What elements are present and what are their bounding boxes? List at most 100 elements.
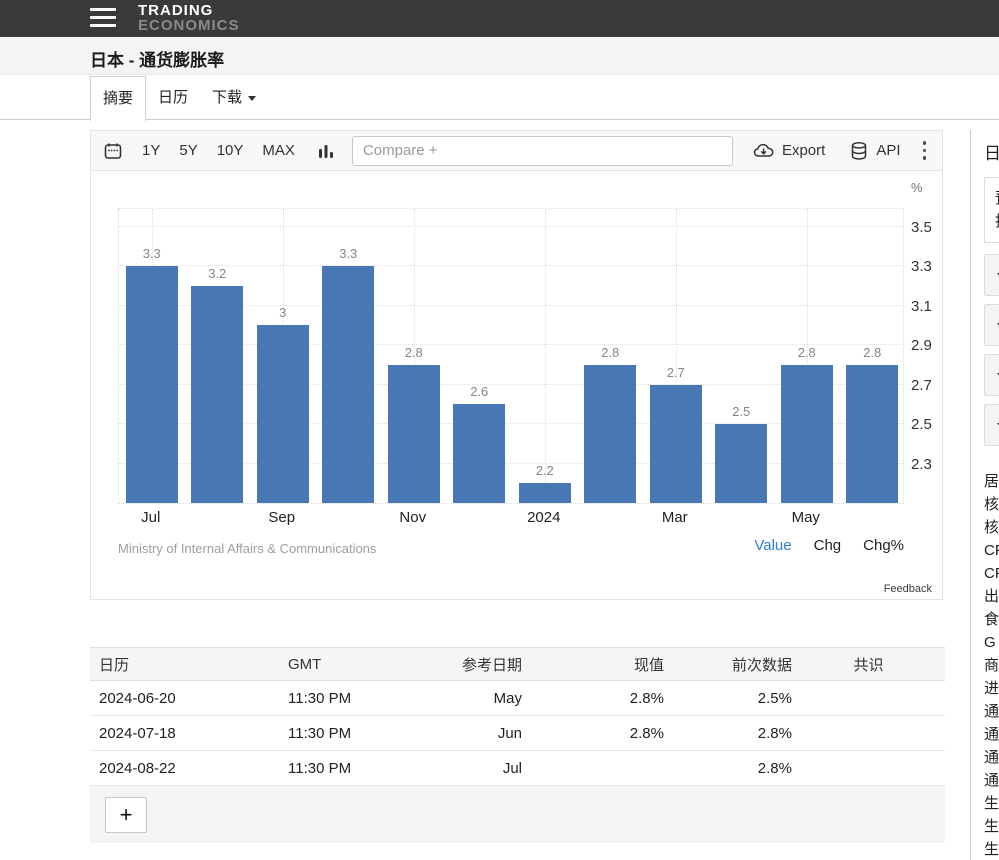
y-tick-label: 3.3 [911, 258, 932, 275]
source-attribution: Ministry of Internal Affairs & Communica… [118, 541, 376, 556]
table-cell: Jun [408, 725, 522, 742]
table-cell: May [408, 690, 522, 707]
related-indicator-item[interactable]: 通 [984, 769, 999, 792]
chart-bar[interactable] [781, 365, 833, 503]
gridline-vertical [545, 209, 546, 503]
sidebar-dropdown[interactable] [984, 254, 999, 296]
mode-toggle-chg[interactable]: Chg [814, 537, 842, 554]
y-tick-label: 2.9 [911, 337, 932, 354]
kebab-menu-icon[interactable] [923, 139, 927, 162]
chart-bar[interactable] [126, 266, 178, 503]
calendar-icon[interactable] [103, 141, 123, 161]
chart-bar[interactable] [846, 365, 898, 503]
table-cell: Jul [408, 760, 522, 777]
table-cell: 11:30 PM [288, 725, 408, 742]
related-indicator-item[interactable]: CPI [984, 539, 999, 562]
range-button-1y[interactable]: 1Y [142, 142, 160, 159]
y-tick-label: 2.7 [911, 377, 932, 394]
plot-area[interactable]: 3.33.233.32.82.62.22.82.72.52.82.8 [118, 208, 904, 504]
title-bar: 日本 - 通货膨胀率 [0, 37, 999, 75]
range-button-10y[interactable]: 10Y [217, 142, 244, 159]
bar-value-label: 2.8 [601, 345, 619, 360]
export-button[interactable]: Export [753, 142, 825, 160]
y-tick-label: 2.5 [911, 416, 932, 433]
bar-value-label: 2.8 [405, 345, 423, 360]
range-button-max[interactable]: MAX [262, 142, 295, 159]
table-header-cell: 现值 [522, 654, 664, 675]
bar-value-label: 3.3 [339, 246, 357, 261]
range-button-5y[interactable]: 5Y [179, 142, 197, 159]
chart-bar[interactable] [191, 286, 243, 503]
x-tick-label: Mar [662, 509, 688, 526]
chart-bar[interactable] [257, 325, 309, 503]
mode-toggle-value[interactable]: Value [754, 537, 791, 554]
mode-toggle-chgpct[interactable]: Chg% [863, 537, 904, 554]
bar-value-label: 3 [279, 305, 286, 320]
x-tick-label: Nov [399, 509, 426, 526]
tab-摘要[interactable]: 摘要 [90, 76, 146, 121]
bar-value-label: 3.2 [208, 266, 226, 281]
related-indicator-item[interactable]: 通 [984, 746, 999, 769]
table-row[interactable]: 2024-06-2011:30 PMMay2.8%2.5% [90, 681, 945, 716]
add-row-button[interactable]: + [105, 797, 147, 833]
table-header-cell: 参考日期 [408, 654, 522, 675]
series-mode-toggles: Value Chg Chg% [732, 537, 904, 554]
sidebar-dropdown[interactable] [984, 304, 999, 346]
related-indicator-item[interactable]: 商 [984, 654, 999, 677]
related-indicator-item[interactable]: 生 [984, 815, 999, 838]
related-indicator-item[interactable]: 食 [984, 608, 999, 631]
tab-日历[interactable]: 日历 [146, 76, 200, 120]
table-header-cell: 日历 [90, 654, 288, 675]
y-tick-label: 2.3 [911, 456, 932, 473]
bar-chart-icon[interactable] [317, 142, 335, 160]
related-indicator-item[interactable]: 生 [984, 792, 999, 815]
y-axis-unit: % [911, 180, 923, 195]
bar-value-label: 2.8 [798, 345, 816, 360]
related-indicators-list: 居核核CPICPI出食G商进通通通通生生生租 [984, 470, 999, 860]
compare-input[interactable] [352, 136, 733, 166]
bar-value-label: 3.3 [143, 246, 161, 261]
related-indicator-item[interactable]: 居 [984, 470, 999, 493]
tab-下载[interactable]: 下载 [200, 76, 268, 120]
chart-area: % 3.33.233.32.82.62.22.82.72.52.82.8 2.3… [91, 171, 942, 599]
gridline-horizontal [119, 265, 903, 266]
sidebar-link[interactable]: 指 [995, 210, 999, 233]
sidebar-links-panel: 预指 [984, 177, 999, 243]
related-indicator-item[interactable]: 出 [984, 585, 999, 608]
related-indicator-item[interactable]: G [984, 631, 999, 654]
sidebar-dropdown[interactable] [984, 354, 999, 396]
chart-bar[interactable] [322, 266, 374, 503]
table-row[interactable]: 2024-08-2211:30 PMJul2.8% [90, 751, 945, 786]
range-buttons: 1Y 5Y 10Y MAX [123, 142, 295, 160]
x-tick-label: 2024 [527, 509, 560, 526]
table-cell: 2024-07-18 [90, 725, 288, 742]
hamburger-menu-icon[interactable] [90, 8, 116, 28]
related-indicator-item[interactable]: 核 [984, 493, 999, 516]
table-row[interactable]: 2024-07-1811:30 PMJun2.8%2.8% [90, 716, 945, 751]
chart-bar[interactable] [519, 483, 571, 503]
database-icon [849, 141, 869, 161]
x-tick-label: May [792, 509, 820, 526]
chart-bar[interactable] [715, 424, 767, 503]
sidebar-dropdown[interactable] [984, 404, 999, 446]
chart-card: 1Y5Y10YMAX Export API % 3.33.233.32.82.6… [90, 130, 943, 600]
related-indicator-item[interactable]: 通 [984, 700, 999, 723]
related-indicator-item[interactable]: 通 [984, 723, 999, 746]
sidebar-link[interactable]: 预 [995, 187, 999, 210]
related-indicator-item[interactable]: CPI [984, 562, 999, 585]
api-label: API [876, 142, 900, 159]
chart-bar[interactable] [584, 365, 636, 503]
api-button[interactable]: API [849, 141, 900, 161]
top-navbar: TRADING ECONOMICS [0, 0, 999, 37]
related-indicator-item[interactable]: 生 [984, 838, 999, 860]
brand-logo[interactable]: TRADING ECONOMICS [138, 3, 240, 33]
related-indicator-item[interactable]: 进 [984, 677, 999, 700]
y-tick-label: 3.5 [911, 219, 932, 236]
chart-bar[interactable] [388, 365, 440, 503]
tab-row: 摘要日历下载 [0, 76, 999, 120]
feedback-link[interactable]: Feedback [884, 583, 932, 595]
table-cell: 2024-06-20 [90, 690, 288, 707]
chart-bar[interactable] [650, 385, 702, 503]
related-indicator-item[interactable]: 核 [984, 516, 999, 539]
chart-bar[interactable] [453, 404, 505, 503]
